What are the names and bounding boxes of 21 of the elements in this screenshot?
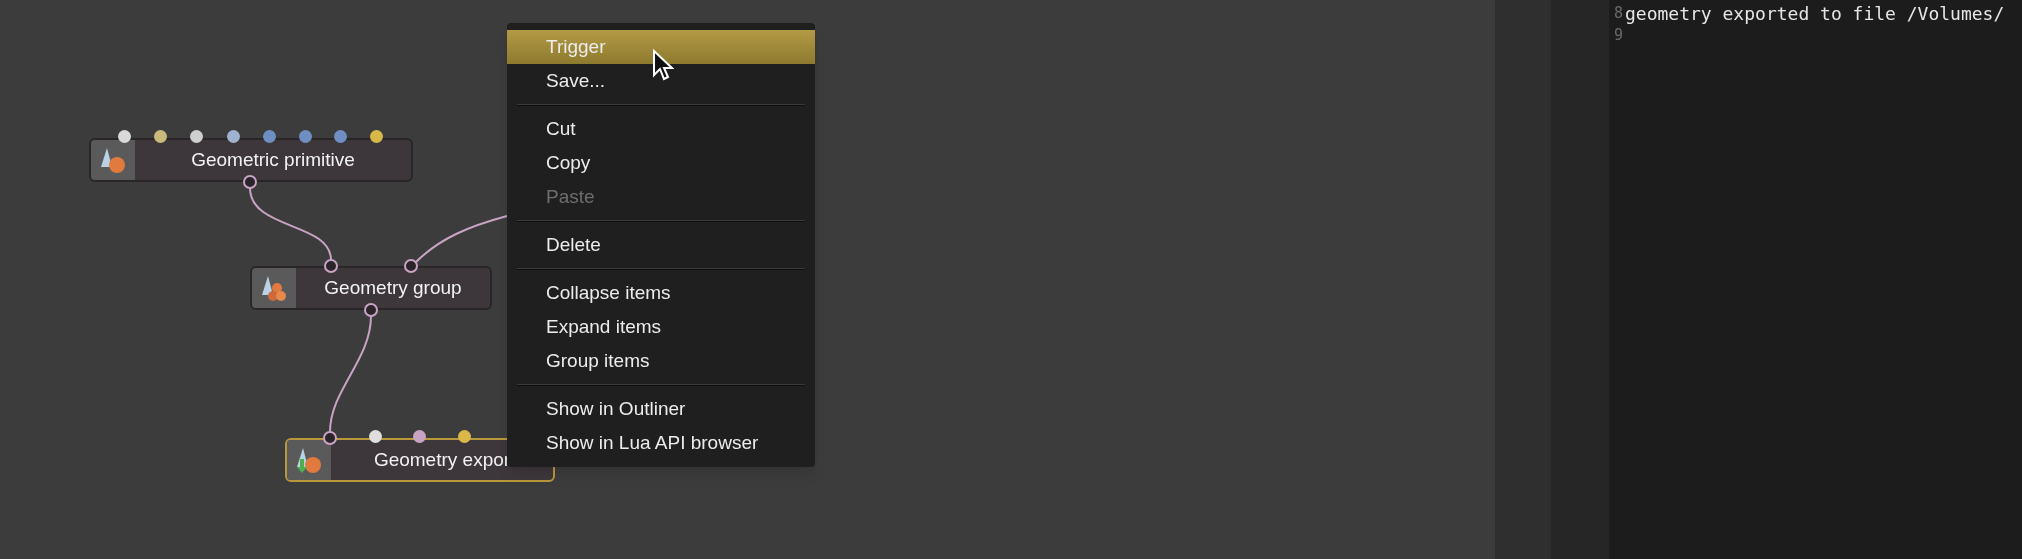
node[interactable]: Geometry group (250, 266, 492, 310)
menu-item[interactable]: Delete (507, 228, 815, 262)
node[interactable]: Geometric primitive (89, 138, 413, 182)
connection-port[interactable] (323, 431, 337, 445)
connection-port[interactable] (364, 303, 378, 317)
connection-port[interactable] (324, 259, 338, 273)
mouse-pointer-icon (652, 49, 674, 81)
menu-item[interactable]: Copy (507, 146, 815, 180)
menu-item[interactable]: Cut (507, 112, 815, 146)
node-label: Geometric primitive (191, 147, 355, 172)
connection-port[interactable] (404, 259, 418, 273)
line-number: 9 (1612, 24, 1623, 46)
menu-item[interactable]: Save... (507, 64, 815, 98)
menu-item[interactable]: Expand items (507, 310, 815, 344)
line-number: 8 (1612, 2, 1623, 24)
menu-item[interactable]: Show in Outliner (507, 392, 815, 426)
menu-item[interactable]: Group items (507, 344, 815, 378)
node-label: Geometry group (324, 275, 462, 300)
connection-port[interactable] (243, 175, 257, 189)
menu-item[interactable]: Collapse items (507, 276, 815, 310)
console-text: geometry exported to file /Volumes/ (1625, 1, 2005, 26)
